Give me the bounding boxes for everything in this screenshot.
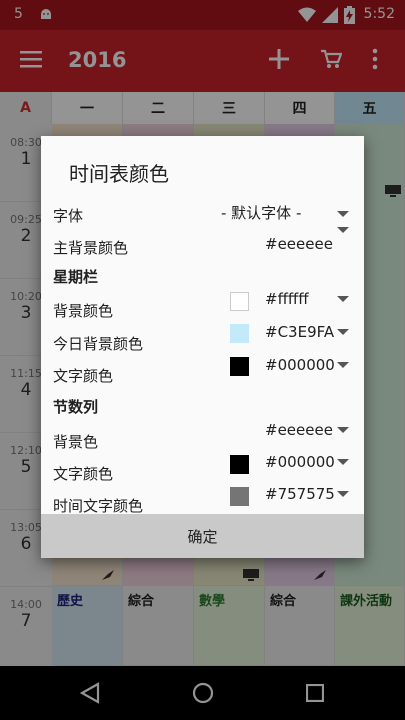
period-time-label: 时间文字颜色 [53, 497, 144, 515]
week-today-label: 今日背景颜色 [53, 335, 144, 353]
period-bg-label: 背景色 [53, 433, 99, 451]
period-bg-row[interactable]: 背景色 #eeeeee [41, 421, 364, 456]
week-text-label: 文字颜色 [53, 367, 114, 385]
dialog-title: 时间表颜色 [69, 162, 169, 186]
main-bg-value[interactable]: #eeeeee [265, 235, 333, 253]
chevron-down-icon[interactable] [337, 296, 349, 302]
period-time-value[interactable]: #757575 [265, 485, 335, 503]
main-bg-row[interactable]: 主背景颜色 #eeeeee [41, 227, 364, 262]
week-bg-label: 背景颜色 [53, 302, 114, 320]
week-text-row[interactable]: 文字颜色 #000000 [41, 356, 364, 390]
week-today-row[interactable]: 今日背景颜色 #C3E9FA [41, 323, 364, 358]
weekbar-section-header: 星期栏 [53, 268, 99, 286]
chevron-down-icon[interactable] [337, 329, 349, 335]
ok-button[interactable]: 确定 [41, 514, 364, 558]
week-bg-value[interactable]: #ffffff [265, 290, 309, 308]
main-bg-label: 主背景颜色 [53, 239, 129, 257]
period-text-value[interactable]: #000000 [265, 453, 335, 471]
chevron-down-icon[interactable] [337, 362, 349, 368]
chevron-down-icon[interactable] [337, 427, 349, 433]
period-section-header: 节数列 [53, 398, 99, 416]
color-swatch[interactable] [230, 455, 249, 474]
chevron-down-icon[interactable] [337, 491, 349, 497]
color-swatch[interactable] [230, 324, 249, 343]
font-row[interactable]: 字体 - 默认字体 - [41, 198, 364, 230]
week-text-value[interactable]: #000000 [265, 356, 335, 374]
week-today-value[interactable]: #C3E9FA [265, 323, 334, 341]
chevron-down-icon[interactable] [337, 459, 349, 465]
period-bg-value[interactable]: #eeeeee [265, 421, 333, 439]
timetable-color-dialog: 时间表颜色 字体 - 默认字体 - 主背景颜色 #eeeeee 星期栏 背景颜色… [41, 136, 364, 558]
chevron-down-icon[interactable] [337, 227, 349, 233]
color-swatch[interactable] [230, 292, 249, 311]
period-text-row[interactable]: 文字颜色 #000000 [41, 453, 364, 488]
color-swatch[interactable] [230, 487, 249, 506]
font-label: 字体 [53, 207, 84, 225]
font-select[interactable]: - 默认字体 - [221, 202, 301, 223]
period-text-label: 文字颜色 [53, 465, 114, 483]
color-swatch[interactable] [230, 357, 249, 376]
week-bg-row[interactable]: 背景颜色 #ffffff [41, 290, 364, 325]
chevron-down-icon[interactable] [337, 211, 349, 217]
